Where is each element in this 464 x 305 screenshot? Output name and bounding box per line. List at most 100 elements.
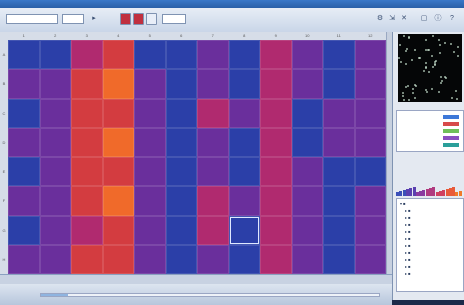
column-header[interactable]: 2: [40, 32, 72, 40]
well-D5[interactable]: [134, 127, 166, 157]
well-E12[interactable]: [354, 157, 386, 187]
channel-select[interactable]: [62, 14, 84, 24]
well-H6[interactable]: [165, 244, 197, 274]
well-C12[interactable]: [354, 98, 386, 128]
tree-item[interactable]: ▸ ■: [405, 222, 411, 227]
row-header[interactable]: D: [0, 128, 8, 157]
row-header[interactable]: E: [0, 157, 8, 186]
well-F7[interactable]: [197, 186, 229, 216]
overlay-button[interactable]: [133, 13, 144, 25]
column-header[interactable]: 9: [260, 32, 292, 40]
settings-icon[interactable]: ⚙: [376, 15, 384, 23]
well-G9[interactable]: [260, 215, 292, 245]
row-header[interactable]: A: [0, 40, 8, 69]
legend-item[interactable]: [399, 135, 461, 141]
tree-item[interactable]: ▸ ■: [405, 257, 411, 262]
well-A6[interactable]: [165, 40, 197, 70]
well-G6[interactable]: [165, 215, 197, 245]
well-A2[interactable]: [39, 40, 71, 70]
well-D9[interactable]: [260, 127, 292, 157]
well-B8[interactable]: [228, 69, 260, 99]
column-header[interactable]: 4: [103, 32, 135, 40]
legend-item[interactable]: [399, 128, 461, 134]
well-B1[interactable]: [8, 69, 40, 99]
column-header[interactable]: 5: [134, 32, 166, 40]
well-G1[interactable]: [8, 215, 40, 245]
well-H10[interactable]: [291, 244, 323, 274]
well-D8[interactable]: [228, 127, 260, 157]
well-G5[interactable]: [134, 215, 166, 245]
well-D1[interactable]: [8, 127, 40, 157]
column-header[interactable]: 7: [197, 32, 229, 40]
well-H3[interactable]: [71, 244, 103, 274]
well-F1[interactable]: [8, 186, 40, 216]
tree-item[interactable]: ▸ ■: [405, 215, 411, 220]
red-channel-button[interactable]: [120, 13, 131, 25]
well-H2[interactable]: [39, 244, 71, 274]
well-A8[interactable]: [228, 40, 260, 70]
well-H5[interactable]: [134, 244, 166, 274]
column-header[interactable]: 12: [355, 32, 387, 40]
arrow-icon[interactable]: ▸: [90, 15, 98, 23]
well-A7[interactable]: [197, 40, 229, 70]
well-C6[interactable]: [165, 98, 197, 128]
tree-item[interactable]: ▸ ■: [405, 208, 411, 213]
well-B10[interactable]: [291, 69, 323, 99]
well-A5[interactable]: [134, 40, 166, 70]
well-E6[interactable]: [165, 157, 197, 187]
well-E1[interactable]: [8, 157, 40, 187]
well-B9[interactable]: [260, 69, 292, 99]
well-E8[interactable]: [228, 157, 260, 187]
well-C8[interactable]: [228, 98, 260, 128]
well-G11[interactable]: [323, 215, 355, 245]
well-A10[interactable]: [291, 40, 323, 70]
column-header[interactable]: 3: [71, 32, 103, 40]
well-C11[interactable]: [323, 98, 355, 128]
well-B2[interactable]: [39, 69, 71, 99]
well-H4[interactable]: [102, 244, 134, 274]
well-G12[interactable]: [354, 215, 386, 245]
tree-item[interactable]: ▸ ■: [405, 243, 411, 248]
legend-item[interactable]: [399, 114, 461, 120]
well-B3[interactable]: [71, 69, 103, 99]
well-C10[interactable]: [291, 98, 323, 128]
feature-tree[interactable]: ▾ ■ ▸ ■ ▸ ■ ▸ ■ ▸ ■ ▸ ■ ▸ ■ ▸ ■ ▸ ■ ▸ ■ …: [396, 198, 464, 292]
well-H8[interactable]: [228, 244, 260, 274]
well-F9[interactable]: [260, 186, 292, 216]
view-button[interactable]: [146, 13, 157, 25]
well-E7[interactable]: [197, 157, 229, 187]
well-B4[interactable]: [102, 69, 134, 99]
well-C2[interactable]: [39, 98, 71, 128]
well-F4[interactable]: [102, 186, 134, 216]
well-D10[interactable]: [291, 127, 323, 157]
well-H12[interactable]: [354, 244, 386, 274]
row-header[interactable]: G: [0, 216, 8, 245]
well-B6[interactable]: [165, 69, 197, 99]
row-header[interactable]: B: [0, 69, 8, 98]
column-header[interactable]: 1: [8, 32, 40, 40]
well-F3[interactable]: [71, 186, 103, 216]
row-header[interactable]: C: [0, 99, 8, 128]
row-header[interactable]: H: [0, 245, 8, 274]
zoom-select[interactable]: [162, 14, 186, 24]
well-F5[interactable]: [134, 186, 166, 216]
tree-item[interactable]: ▸ ■: [405, 250, 411, 255]
well-A1[interactable]: [8, 40, 40, 70]
well-D11[interactable]: [323, 127, 355, 157]
well-D2[interactable]: [39, 127, 71, 157]
well-G3[interactable]: [71, 215, 103, 245]
well-H1[interactable]: [8, 244, 40, 274]
well-D3[interactable]: [71, 127, 103, 157]
well-E10[interactable]: [291, 157, 323, 187]
well-C9[interactable]: [260, 98, 292, 128]
tree-item[interactable]: ▾ ■: [400, 201, 406, 206]
export-icon[interactable]: ⇲: [388, 15, 396, 23]
well-F6[interactable]: [165, 186, 197, 216]
column-header[interactable]: 10: [292, 32, 324, 40]
well-E3[interactable]: [71, 157, 103, 187]
well-E9[interactable]: [260, 157, 292, 187]
well-E11[interactable]: [323, 157, 355, 187]
well-E2[interactable]: [39, 157, 71, 187]
tree-item[interactable]: ▸ ■: [405, 264, 411, 269]
well-A11[interactable]: [323, 40, 355, 70]
